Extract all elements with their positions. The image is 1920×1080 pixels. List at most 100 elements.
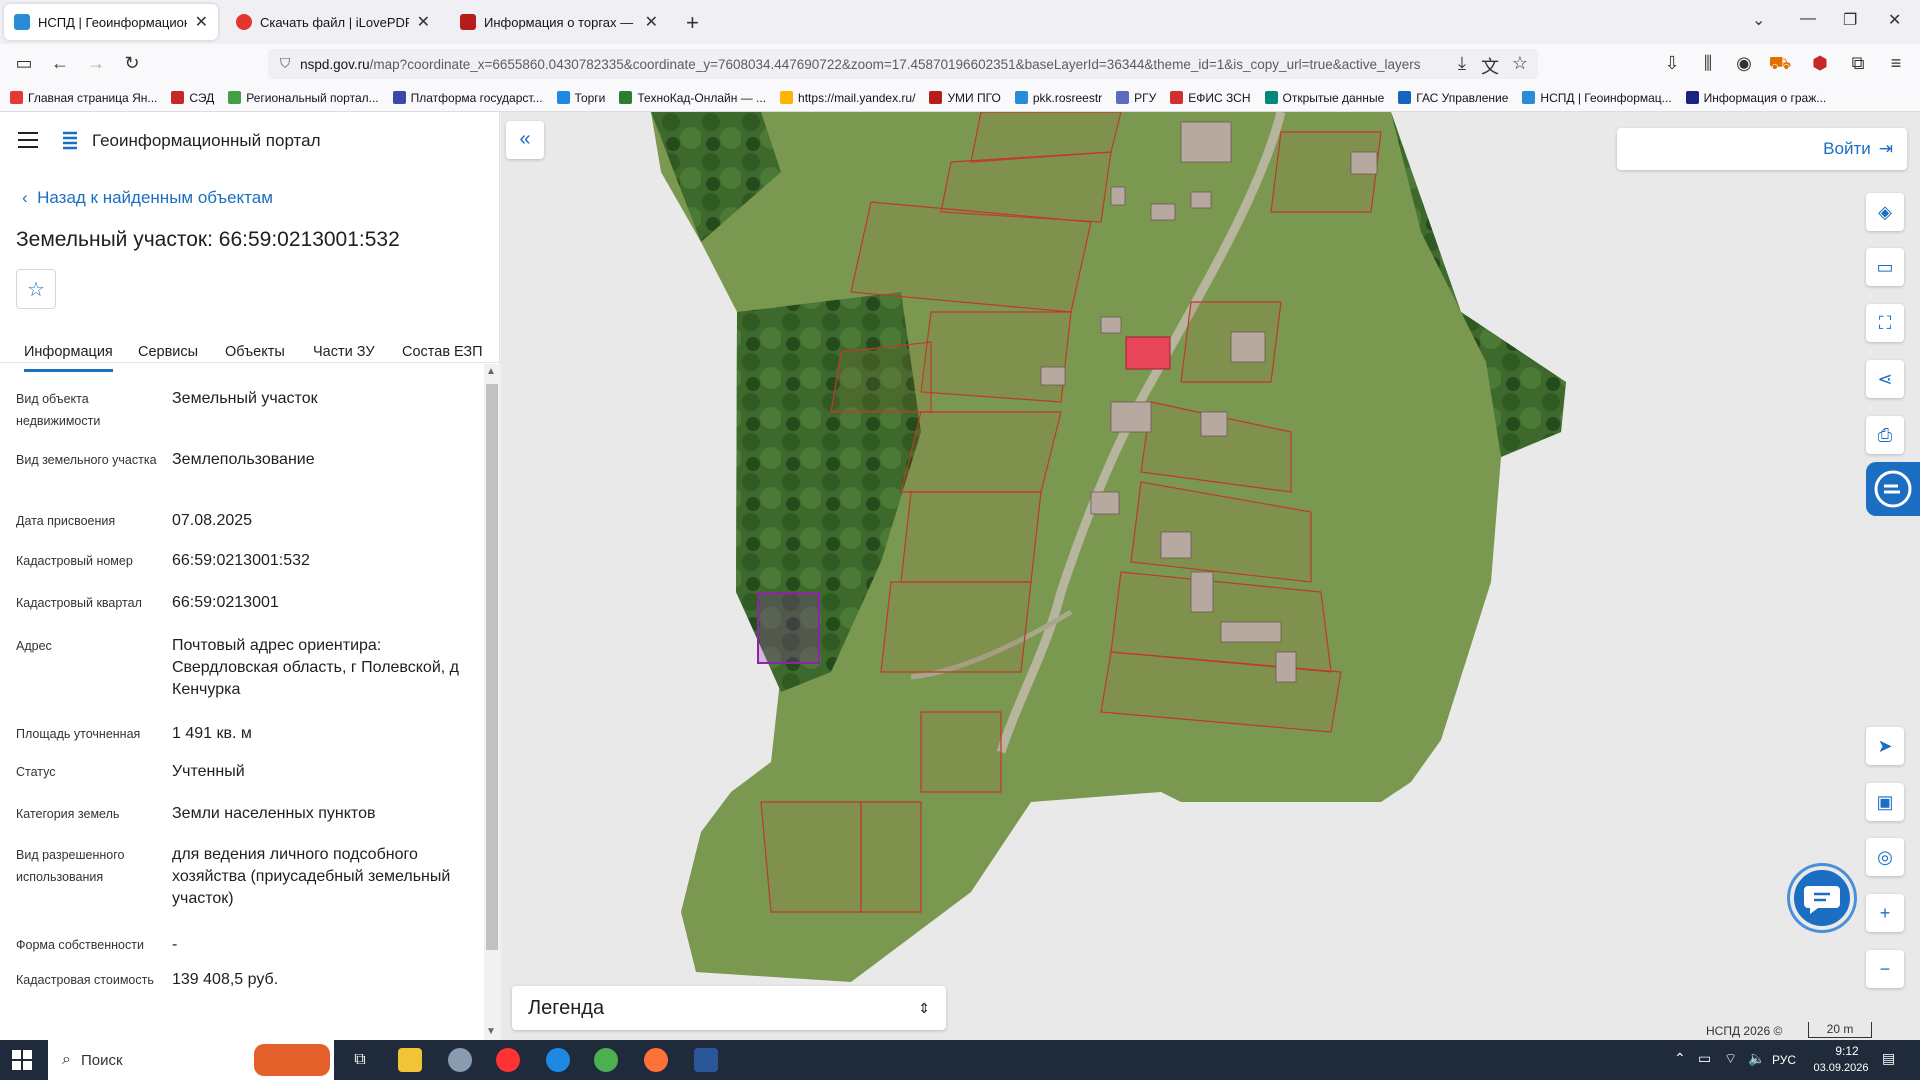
bookmark-item[interactable]: ГАС Управление	[1398, 91, 1508, 105]
account-icon[interactable]: ◉	[1732, 53, 1756, 74]
back-arrow-icon[interactable]: ←	[48, 53, 72, 74]
close-icon[interactable]: ✕	[195, 12, 208, 32]
tab-services[interactable]: Сервисы	[138, 344, 198, 360]
tab-list-icon[interactable]: ⌄	[1752, 10, 1765, 30]
share-button[interactable]: ⋖	[1866, 360, 1904, 398]
chat-fab-button[interactable]	[1790, 866, 1854, 930]
browser-tab-nspd[interactable]: НСПД | Геоинформационный ✕	[4, 4, 218, 40]
scroll-up-icon[interactable]: ▲	[486, 366, 496, 377]
windows-start-icon[interactable]	[12, 1050, 32, 1070]
close-icon[interactable]: ✕	[645, 12, 658, 32]
selected-parcel[interactable]	[757, 592, 820, 664]
locate-button[interactable]: ➤	[1866, 727, 1904, 765]
firefox-icon[interactable]	[644, 1048, 668, 1072]
browser-tab-torgi[interactable]: Информация о торгах — Главная ✕	[450, 4, 668, 40]
sidebar-toggle-icon[interactable]: ▭	[12, 53, 36, 74]
tab-parts[interactable]: Части ЗУ	[313, 344, 375, 360]
window-close-icon[interactable]: ✕	[1888, 10, 1901, 30]
map-canvas[interactable]	[501, 112, 1920, 1040]
property-key: Вид разрешенного использования	[16, 848, 125, 884]
search-icon: ⌕	[62, 1051, 71, 1068]
heart-favicon-icon	[236, 14, 252, 30]
bookmark-item[interactable]: Открытые данные	[1264, 91, 1384, 105]
zoom-out-button[interactable]: −	[1866, 950, 1904, 988]
task-view-icon[interactable]: ⧉	[348, 1048, 372, 1072]
translate-icon[interactable]: 文	[1478, 53, 1502, 79]
reload-icon[interactable]: ↻	[120, 53, 144, 74]
property-value: Земельный участок	[172, 390, 318, 407]
menu-icon[interactable]: ≡	[1884, 53, 1908, 74]
property-key: Кадастровый номер	[16, 554, 133, 568]
yandex-browser-icon[interactable]	[496, 1048, 520, 1072]
bookmark-item[interactable]: УМИ ПГО	[929, 91, 1001, 105]
wifi-icon[interactable]: ⌔	[1724, 1050, 1737, 1068]
tab-ezp[interactable]: Состав ЕЗП	[402, 344, 483, 360]
cart-icon[interactable]: ⛟	[1768, 53, 1792, 77]
extensions-icon[interactable]: ⧉	[1846, 53, 1870, 74]
word-document-icon[interactable]	[694, 1048, 718, 1072]
clock-date[interactable]: 03.09.2026	[1806, 1062, 1876, 1074]
bookmark-item[interactable]: Главная страница Ян...	[10, 91, 157, 105]
properties-scrollbar[interactable]: ▲ ▼	[484, 364, 500, 1040]
tab-title: НСПД | Геоинформационный	[38, 14, 187, 30]
property-value: Землепользование	[172, 451, 315, 468]
favorite-star-button[interactable]: ☆	[16, 269, 56, 309]
ruler-button[interactable]: ▭	[1866, 248, 1904, 286]
property-value: 66:59:0213001	[172, 594, 279, 611]
minimap-icon: ▣	[1876, 792, 1894, 812]
app-icon[interactable]	[448, 1048, 472, 1072]
shield-icon[interactable]: ⛉	[280, 56, 290, 72]
search-location-button[interactable]: ◎	[1866, 838, 1904, 876]
print-button[interactable]: ⎙	[1866, 416, 1904, 454]
tab-objects[interactable]: Объекты	[225, 344, 285, 360]
star-icon: ☆	[27, 278, 45, 301]
bookmark-item[interactable]: СЭД	[171, 91, 214, 105]
tray-chevron-icon[interactable]: ⌃	[1674, 1050, 1686, 1067]
url-domain: nspd.gov.ru	[300, 56, 370, 72]
bookmark-item[interactable]: Платформа государст...	[392, 91, 543, 105]
restore-icon[interactable]: ❐	[1843, 10, 1857, 30]
area-select-button[interactable]: ⛶	[1866, 304, 1904, 342]
scrollbar-thumb[interactable]	[486, 384, 498, 950]
chrome-icon[interactable]	[594, 1048, 618, 1072]
feedback-button[interactable]	[1866, 462, 1920, 516]
language-indicator[interactable]: РУС	[1772, 1053, 1796, 1067]
hamburger-menu-icon[interactable]	[18, 132, 38, 153]
new-tab-icon[interactable]: +	[686, 10, 699, 36]
bookmark-item[interactable]: Торги	[556, 91, 605, 105]
notifications-icon[interactable]: ▤	[1882, 1050, 1895, 1067]
bookmark-item[interactable]: РГУ	[1116, 91, 1156, 105]
login-button[interactable]: Войти ⇥	[1617, 128, 1907, 170]
bookmark-item[interactable]: https://mail.yandex.ru/	[780, 91, 915, 105]
property-value: -	[172, 936, 178, 953]
bookmark-item[interactable]: ЕФИС ЗСН	[1170, 91, 1251, 105]
internet-explorer-icon[interactable]	[546, 1048, 570, 1072]
bookmark-star-icon[interactable]: ☆	[1508, 53, 1532, 74]
downloads-icon[interactable]: ⇩	[1660, 53, 1684, 74]
bookmark-item[interactable]: pkk.rosreestr	[1014, 91, 1102, 105]
taskbar-search[interactable]: ⌕ Поиск	[48, 1040, 334, 1080]
bookmark-item[interactable]: Информация о граж...	[1685, 91, 1826, 105]
collapse-panel-button[interactable]: «	[506, 121, 544, 159]
scroll-down-icon[interactable]: ▼	[486, 1026, 496, 1037]
library-icon[interactable]: ⫼	[1696, 53, 1720, 74]
forward-arrow-icon[interactable]: →	[84, 53, 108, 74]
minimize-icon[interactable]: —	[1800, 10, 1816, 28]
volume-icon[interactable]: 🔈	[1748, 1050, 1765, 1067]
bookmark-item[interactable]: НСПД | Геоинформац...	[1522, 91, 1672, 105]
browser-tab-ilovepdf[interactable]: Скачать файл | iLovePDF ✕	[226, 4, 440, 40]
legend-toggle[interactable]: Легенда ⇕	[512, 986, 946, 1030]
address-bar[interactable]: ⛉ nspd.gov.ru /map?coordinate_x=6655860.…	[268, 49, 1538, 79]
minimap-button[interactable]: ▣	[1866, 783, 1904, 821]
clock-time[interactable]: 9:12	[1822, 1044, 1872, 1058]
save-page-icon[interactable]: ⤓	[1450, 53, 1474, 74]
zoom-in-button[interactable]: +	[1866, 894, 1904, 932]
network-icon[interactable]: ▭	[1698, 1050, 1711, 1067]
back-to-results-link[interactable]: ‹ Назад к найденным объектам	[22, 188, 273, 208]
addon-shield-icon[interactable]: ⬢	[1808, 53, 1832, 74]
bookmark-item[interactable]: ТехноКад-Онлайн — ...	[619, 91, 766, 105]
bookmark-item[interactable]: Региональный портал...	[228, 91, 379, 105]
layers-button[interactable]: ◈	[1866, 193, 1904, 231]
close-icon[interactable]: ✕	[417, 12, 430, 32]
file-explorer-icon[interactable]	[398, 1048, 422, 1072]
